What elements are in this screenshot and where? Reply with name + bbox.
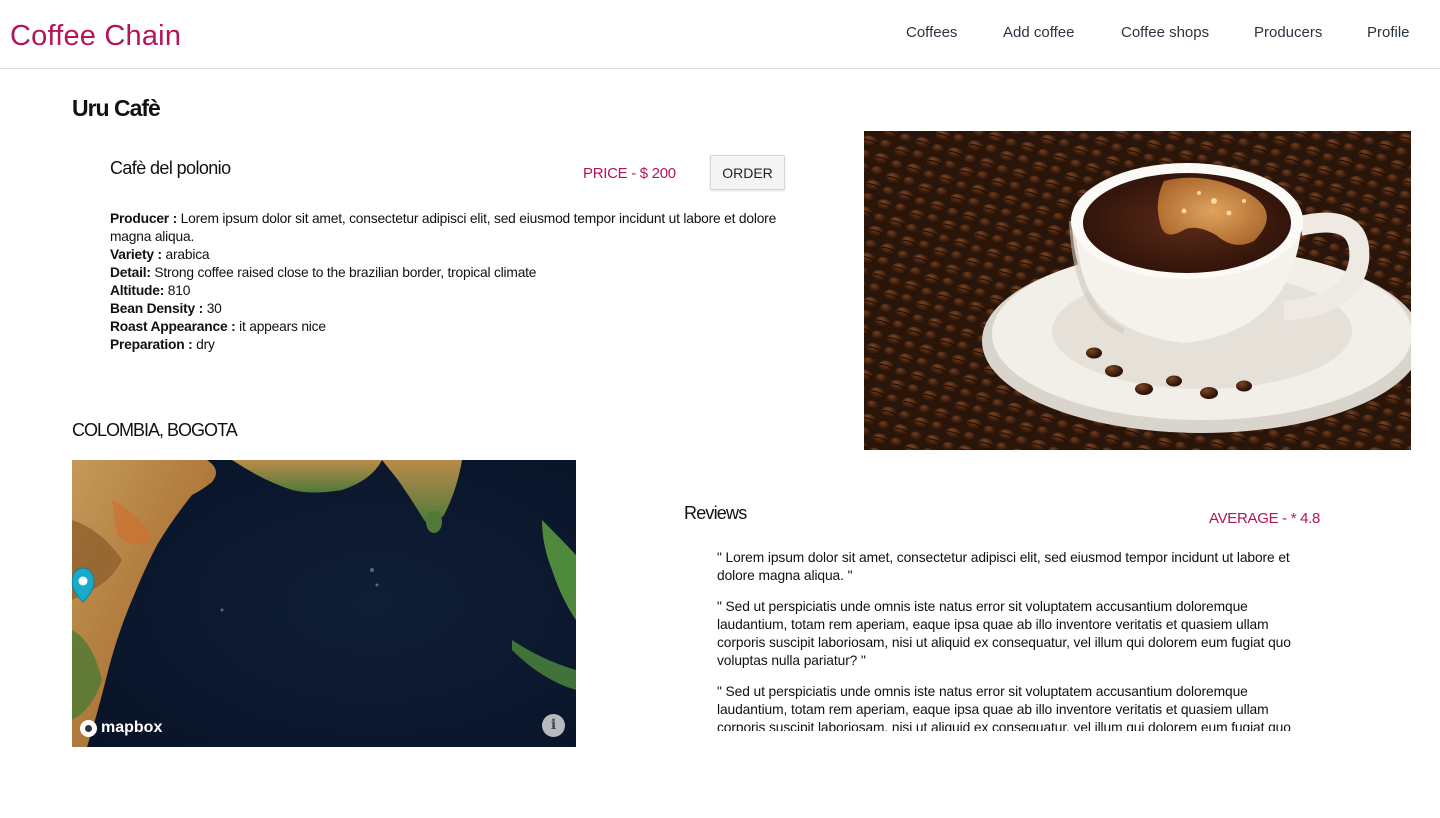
- detail-value: 810: [167, 283, 191, 298]
- top-navbar: Coffee Chain Coffees Add coffee Coffee s…: [0, 0, 1440, 69]
- detail-label: Roast Appearance :: [110, 319, 236, 334]
- detail-label: Altitude:: [110, 283, 165, 298]
- coffee-name: Cafè del polonio: [110, 158, 231, 178]
- detail-row-bean-density: Bean Density : 30: [110, 300, 790, 318]
- review-item: " Lorem ipsum dolor sit amet, consectetu…: [717, 550, 1290, 583]
- detail-value: arabica: [165, 247, 210, 262]
- detail-value: Lorem ipsum dolor sit amet, consectetur …: [110, 211, 777, 244]
- coffee-photo: [864, 131, 1411, 450]
- detail-row-detail: Detail: Strong coffee raised close to th…: [110, 264, 790, 282]
- detail-value: 30: [206, 301, 222, 316]
- nav-link-producers[interactable]: Producers: [1254, 24, 1322, 41]
- map-view[interactable]: mapbox i: [72, 460, 576, 747]
- detail-value: it appears nice: [239, 319, 326, 334]
- reviews-list[interactable]: " Lorem ipsum dolor sit amet, consectetu…: [717, 549, 1307, 731]
- detail-value: Strong coffee raised close to the brazil…: [154, 265, 537, 280]
- detail-row-preparation: Preparation : dry: [110, 336, 790, 354]
- nav-link-profile[interactable]: Profile: [1367, 24, 1410, 41]
- detail-value: dry: [196, 337, 215, 352]
- main-nav: Coffees Add coffee Coffee shops Producer…: [0, 24, 1440, 46]
- location-title: COLOMBIA, BOGOTA: [72, 420, 238, 440]
- mapbox-logo[interactable]: mapbox: [80, 719, 162, 737]
- review-item: " Sed ut perspiciatis unde omnis iste na…: [717, 599, 1291, 668]
- detail-label: Preparation :: [110, 337, 193, 352]
- page-title: Uru Cafè: [72, 95, 161, 121]
- nav-link-add-coffee[interactable]: Add coffee: [1003, 24, 1074, 41]
- detail-row-roast-appearance: Roast Appearance : it appears nice: [110, 318, 790, 336]
- average-rating: AVERAGE - * 4.8: [1209, 510, 1321, 527]
- detail-label: Variety :: [110, 247, 162, 262]
- mapbox-logo-icon: [80, 719, 97, 737]
- mapbox-logo-label: mapbox: [101, 719, 163, 736]
- reviews-title: Reviews: [684, 503, 747, 523]
- detail-label: Detail:: [110, 265, 151, 280]
- coffee-details: Producer : Lorem ipsum dolor sit amet, c…: [110, 210, 790, 354]
- info-icon[interactable]: i: [542, 714, 565, 737]
- satellite-map: [72, 460, 576, 747]
- price-label: PRICE - $ 200: [583, 165, 676, 182]
- detail-row-producer: Producer : Lorem ipsum dolor sit amet, c…: [110, 210, 790, 246]
- detail-label: Producer :: [110, 211, 177, 226]
- detail-row-variety: Variety : arabica: [110, 246, 790, 264]
- nav-link-coffee-shops[interactable]: Coffee shops: [1121, 24, 1209, 41]
- review-item: " Sed ut perspiciatis unde omnis iste na…: [717, 684, 1291, 731]
- detail-label: Bean Density :: [110, 301, 204, 316]
- detail-row-altitude: Altitude: 810: [110, 282, 790, 300]
- coffee-cup-illustration: [864, 131, 1411, 450]
- order-button[interactable]: ORDER: [710, 155, 785, 190]
- nav-link-coffees[interactable]: Coffees: [906, 24, 957, 41]
